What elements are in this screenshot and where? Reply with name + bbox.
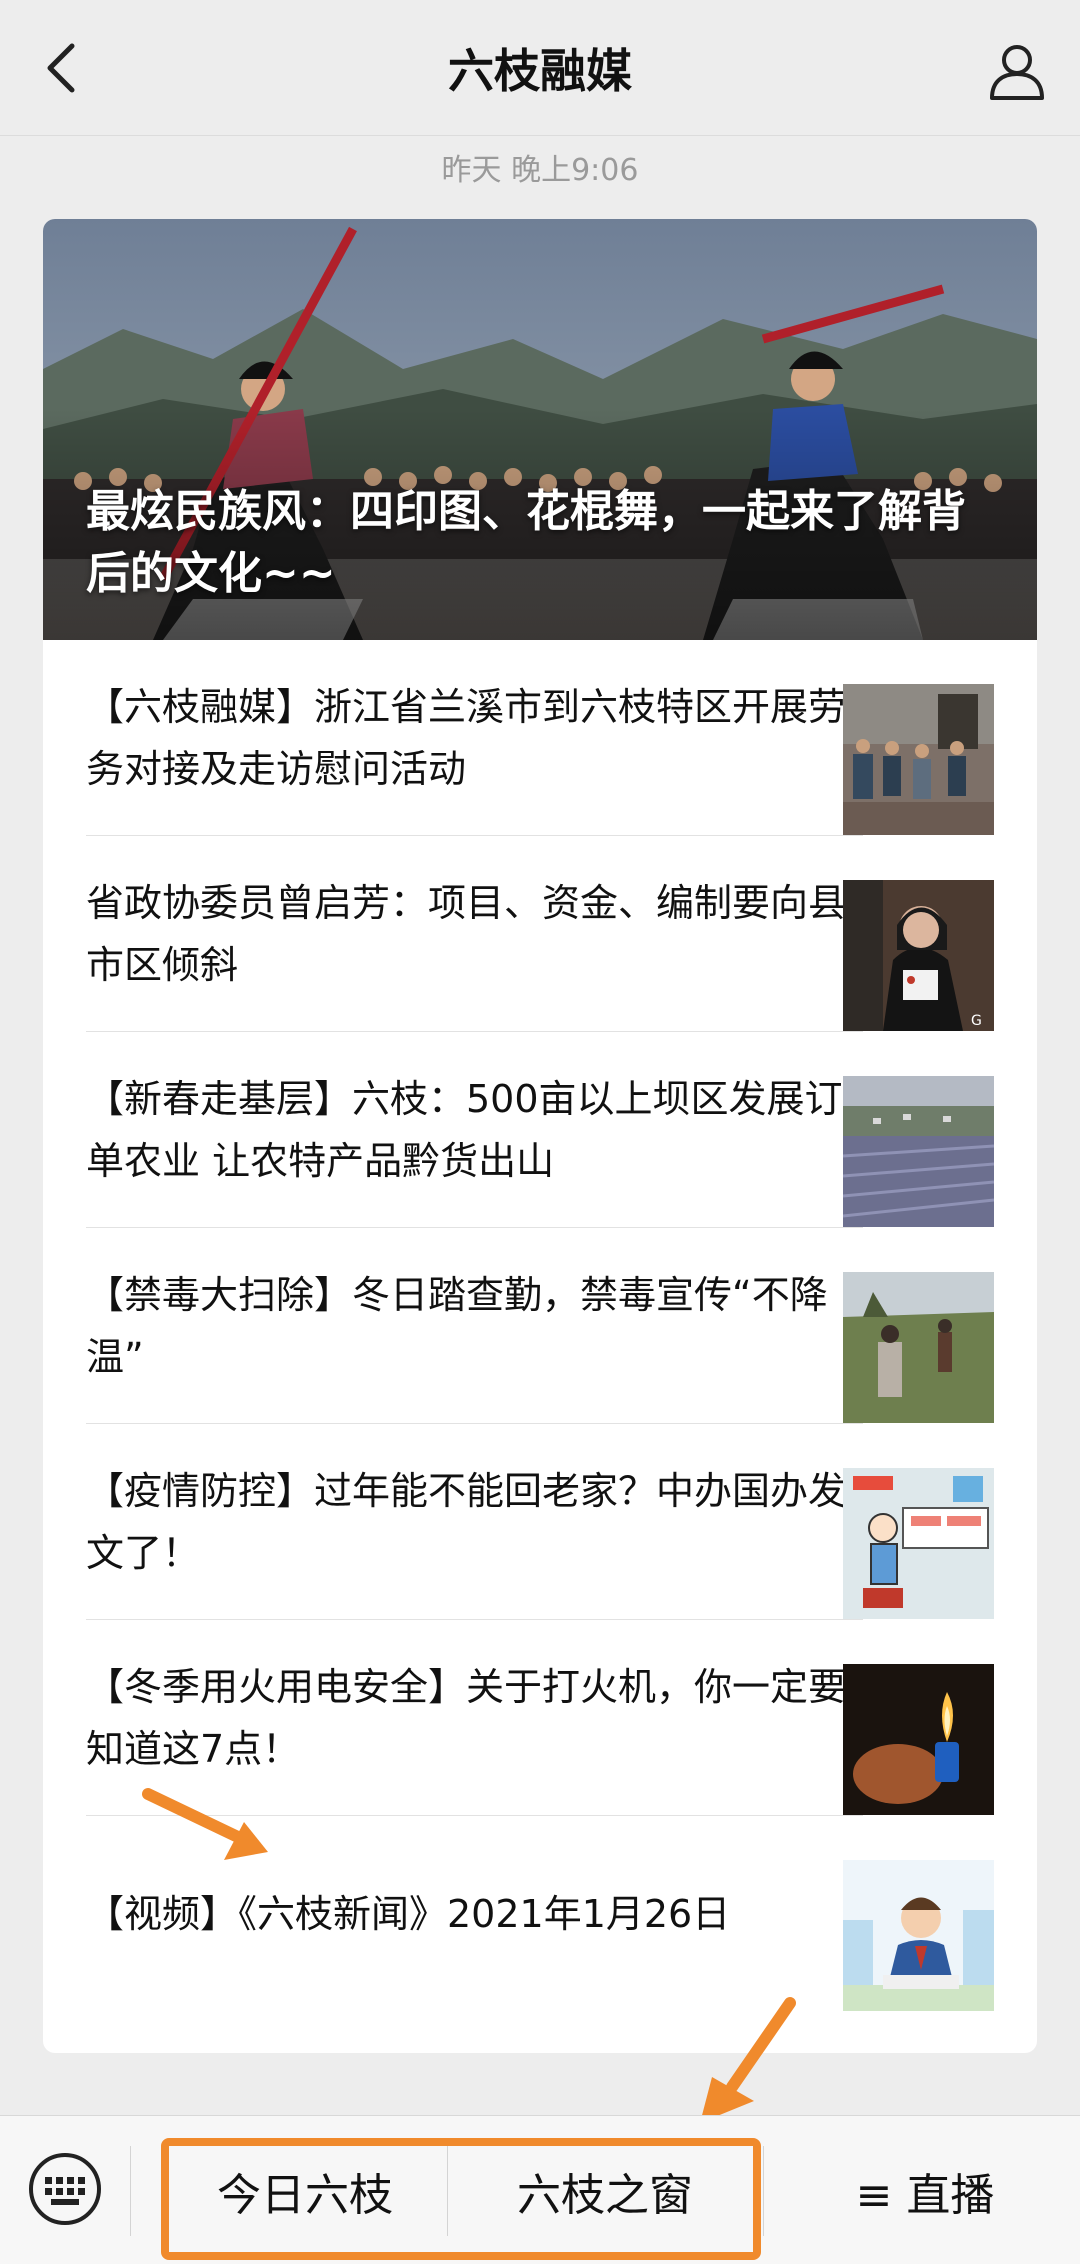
article-item[interactable]: 省政协委员曾启芳：项目、资金、编制要向县市区倾斜 G xyxy=(43,836,1037,1032)
svg-text:G: G xyxy=(971,1013,982,1029)
article-item[interactable]: 【六枝融媒】浙江省兰溪市到六枝特区开展劳务对接及走访慰问活动 xyxy=(43,640,1037,836)
article-thumbnail: G xyxy=(843,880,994,1031)
article-item[interactable]: 【新春走基层】六枝：500亩以上坝区发展订单农业 让农特产品黔货出山 xyxy=(43,1032,1037,1228)
article-title: 【疫情防控】过年能不能回老家？中办国办发文了！ xyxy=(86,1469,847,1575)
article-item[interactable]: 【疫情防控】过年能不能回老家？中办国办发文了！ xyxy=(43,1424,1037,1620)
article-thumbnail xyxy=(843,684,994,835)
menu-divider xyxy=(130,2146,131,2236)
article-card: 最炫民族风：四印图、花棍舞，一起来了解背后的文化~~ 【六枝融媒】浙江省兰溪市到… xyxy=(43,219,1037,2053)
hero-title: 最炫民族风：四印图、花棍舞，一起来了解背后的文化~~ xyxy=(86,486,966,599)
arrow-annotation-right xyxy=(700,1997,796,2123)
hero-article[interactable]: 最炫民族风：四印图、花棍舞，一起来了解背后的文化~~ xyxy=(43,219,1037,640)
article-title: 省政协委员曾启芳：项目、资金、编制要向县市区倾斜 xyxy=(86,881,847,987)
article-title: 【六枝融媒】浙江省兰溪市到六枝特区开展劳务对接及走访慰问活动 xyxy=(86,685,847,791)
article-thumbnail xyxy=(843,1860,994,2011)
page-title: 六枝融媒 xyxy=(448,44,632,98)
highlight-box-annotation xyxy=(161,2138,761,2260)
menu-item-live[interactable]: ≡ 直播 xyxy=(770,2116,1080,2264)
article-thumbnail xyxy=(843,1272,994,1423)
arrow-annotation-left xyxy=(142,1788,268,1860)
message-timestamp: 昨天 晚上9:06 xyxy=(441,153,639,188)
article-title: 【禁毒大扫除】冬日踏查勤，禁毒宣传“不降温” xyxy=(86,1273,828,1379)
article-thumbnail xyxy=(843,1664,994,1815)
menu-divider xyxy=(763,2146,764,2236)
keyboard-icon xyxy=(29,2153,101,2225)
article-title: 【新春走基层】六枝：500亩以上坝区发展订单农业 让农特产品黔货出山 xyxy=(86,1077,843,1183)
article-thumbnail xyxy=(843,1076,994,1227)
article-thumbnail xyxy=(843,1468,994,1619)
keyboard-toggle-button[interactable] xyxy=(27,2151,103,2227)
top-navigation-bar: 六枝融媒 xyxy=(0,0,1080,136)
person-icon xyxy=(990,45,1044,100)
profile-button[interactable] xyxy=(982,36,1052,106)
article-item[interactable]: 【禁毒大扫除】冬日踏查勤，禁毒宣传“不降温” xyxy=(43,1228,1037,1424)
